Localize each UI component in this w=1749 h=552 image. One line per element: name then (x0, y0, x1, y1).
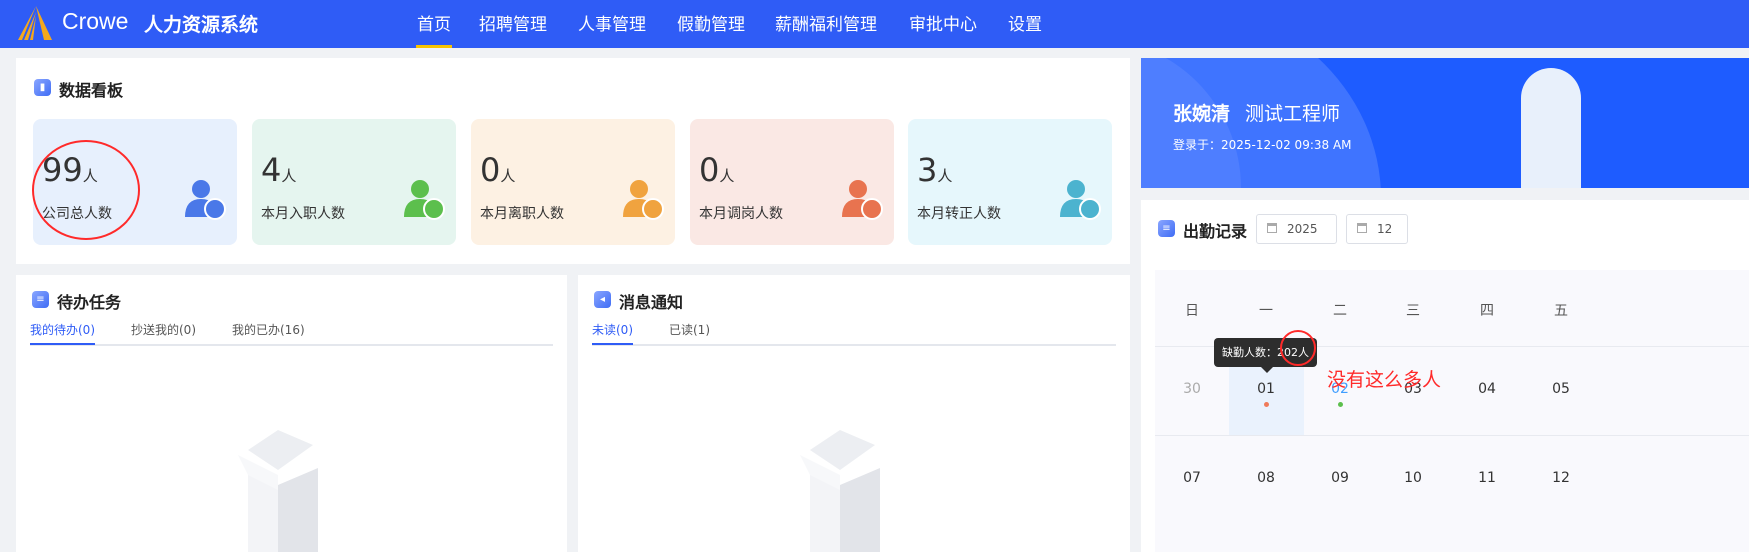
stat-value: 0人 (480, 151, 516, 189)
absence-dot (1264, 402, 1269, 407)
group-icon (185, 180, 226, 220)
tab-unread[interactable]: 未读(0) (592, 321, 633, 338)
nav-personnel[interactable]: 人事管理 (578, 10, 646, 35)
annotation-circle-count (1280, 330, 1316, 366)
stat-value: 0人 (699, 151, 735, 189)
stat-label: 本月入职人数 (261, 206, 345, 222)
nav-leave[interactable]: 假勤管理 (677, 10, 745, 35)
nav-settings[interactable]: 设置 (1008, 10, 1042, 35)
weekday-header: 日 (1185, 303, 1199, 319)
speaker-icon: ◂ (594, 291, 611, 308)
annotation-circle-total (32, 140, 140, 240)
weekday-header: 一 (1259, 303, 1273, 319)
crowe-logo-icon (18, 6, 52, 40)
nav-approval[interactable]: 审批中心 (909, 10, 977, 35)
stat-card[interactable]: 4人 本月入职人数 (252, 119, 456, 245)
calendar-day[interactable]: 07 (1155, 470, 1229, 486)
nav-payroll[interactable]: 薪酬福利管理 (775, 10, 877, 35)
weekday-header: 二 (1333, 303, 1347, 319)
stat-label: 本月调岗人数 (699, 206, 783, 222)
calendar-day[interactable]: 01 (1229, 381, 1303, 397)
user-role: 测试工程师 (1245, 103, 1341, 125)
active-tab-indicator (30, 343, 95, 345)
calendar-divider (1155, 435, 1749, 436)
calendar-icon (1357, 223, 1367, 233)
weekday-header: 三 (1406, 303, 1420, 319)
calendar-day[interactable]: 04 (1450, 381, 1524, 397)
calendar-day[interactable]: 12 (1524, 470, 1598, 486)
tab-read[interactable]: 已读(1) (669, 321, 710, 338)
active-tab-indicator (592, 343, 633, 345)
calendar-day[interactable]: 05 (1524, 381, 1598, 397)
stat-card[interactable]: 0人 本月调岗人数 (690, 119, 894, 245)
month-value: 12 (1377, 222, 1393, 236)
weekday-header: 四 (1480, 303, 1494, 319)
empty-box-icon (800, 430, 880, 552)
profile-banner: 张婉清 测试工程师 登录于：2025-12-02 09:38 AM (1141, 58, 1749, 188)
user-check-icon (404, 180, 445, 220)
nav-recruitment[interactable]: 招聘管理 (479, 10, 547, 35)
tab-cc-me[interactable]: 抄送我的(0) (131, 321, 196, 338)
attendance-title: 出勤记录 (1183, 222, 1248, 241)
stat-value: 3人 (917, 151, 953, 189)
tab-my-todo[interactable]: 我的待办(0) (30, 321, 95, 338)
annotation-text: 没有这么多人 (1327, 369, 1442, 391)
task-icon: ≡ (32, 291, 49, 308)
empty-box-icon (238, 430, 318, 552)
record-icon: ≡ (1158, 220, 1175, 237)
stat-label: 本月离职人数 (480, 206, 564, 222)
calendar-day[interactable]: 30 (1155, 381, 1229, 397)
year-value: 2025 (1287, 222, 1318, 236)
chart-icon: ▮ (34, 79, 51, 96)
calendar-day[interactable]: 09 (1303, 470, 1377, 486)
tab-my-done[interactable]: 我的已办(16) (232, 321, 305, 338)
stat-card[interactable]: 0人 本月离职人数 (471, 119, 675, 245)
nav-home[interactable]: 首页 (417, 10, 451, 35)
calendar-day[interactable]: 11 (1450, 470, 1524, 486)
tab-divider (592, 344, 1116, 346)
user-transfer-icon (842, 180, 883, 220)
tab-divider (30, 344, 553, 346)
calendar-day[interactable]: 08 (1229, 470, 1303, 486)
user-name: 张婉清 (1173, 103, 1231, 125)
stat-card[interactable]: 3人 本月转正人数 (908, 119, 1112, 245)
illustration-icon (1521, 68, 1581, 188)
stat-label: 本月转正人数 (917, 206, 1001, 222)
weekday-header: 五 (1554, 303, 1568, 319)
active-nav-indicator (416, 45, 452, 48)
user-leave-icon (623, 180, 664, 220)
login-time: 登录于：2025-12-02 09:38 AM (1173, 138, 1352, 152)
top-navbar: Crowe 人力资源系统 首页 招聘管理 人事管理 假勤管理 薪酬福利管理 审批… (0, 0, 1749, 48)
tooltip-arrow (1261, 367, 1273, 379)
year-select[interactable]: 2025 (1256, 214, 1337, 244)
stat-value: 4人 (261, 151, 297, 189)
todo-title: 待办任务 (57, 293, 122, 312)
messages-title: 消息通知 (619, 293, 684, 312)
calendar-icon (1267, 223, 1277, 233)
user-regular-icon (1060, 180, 1101, 220)
month-select[interactable]: 12 (1346, 214, 1408, 244)
brand-name: Crowe (62, 8, 129, 34)
dashboard-title: 数据看板 (59, 81, 124, 100)
present-dot (1338, 402, 1343, 407)
system-name: 人力资源系统 (144, 14, 259, 36)
calendar-day[interactable]: 10 (1376, 470, 1450, 486)
